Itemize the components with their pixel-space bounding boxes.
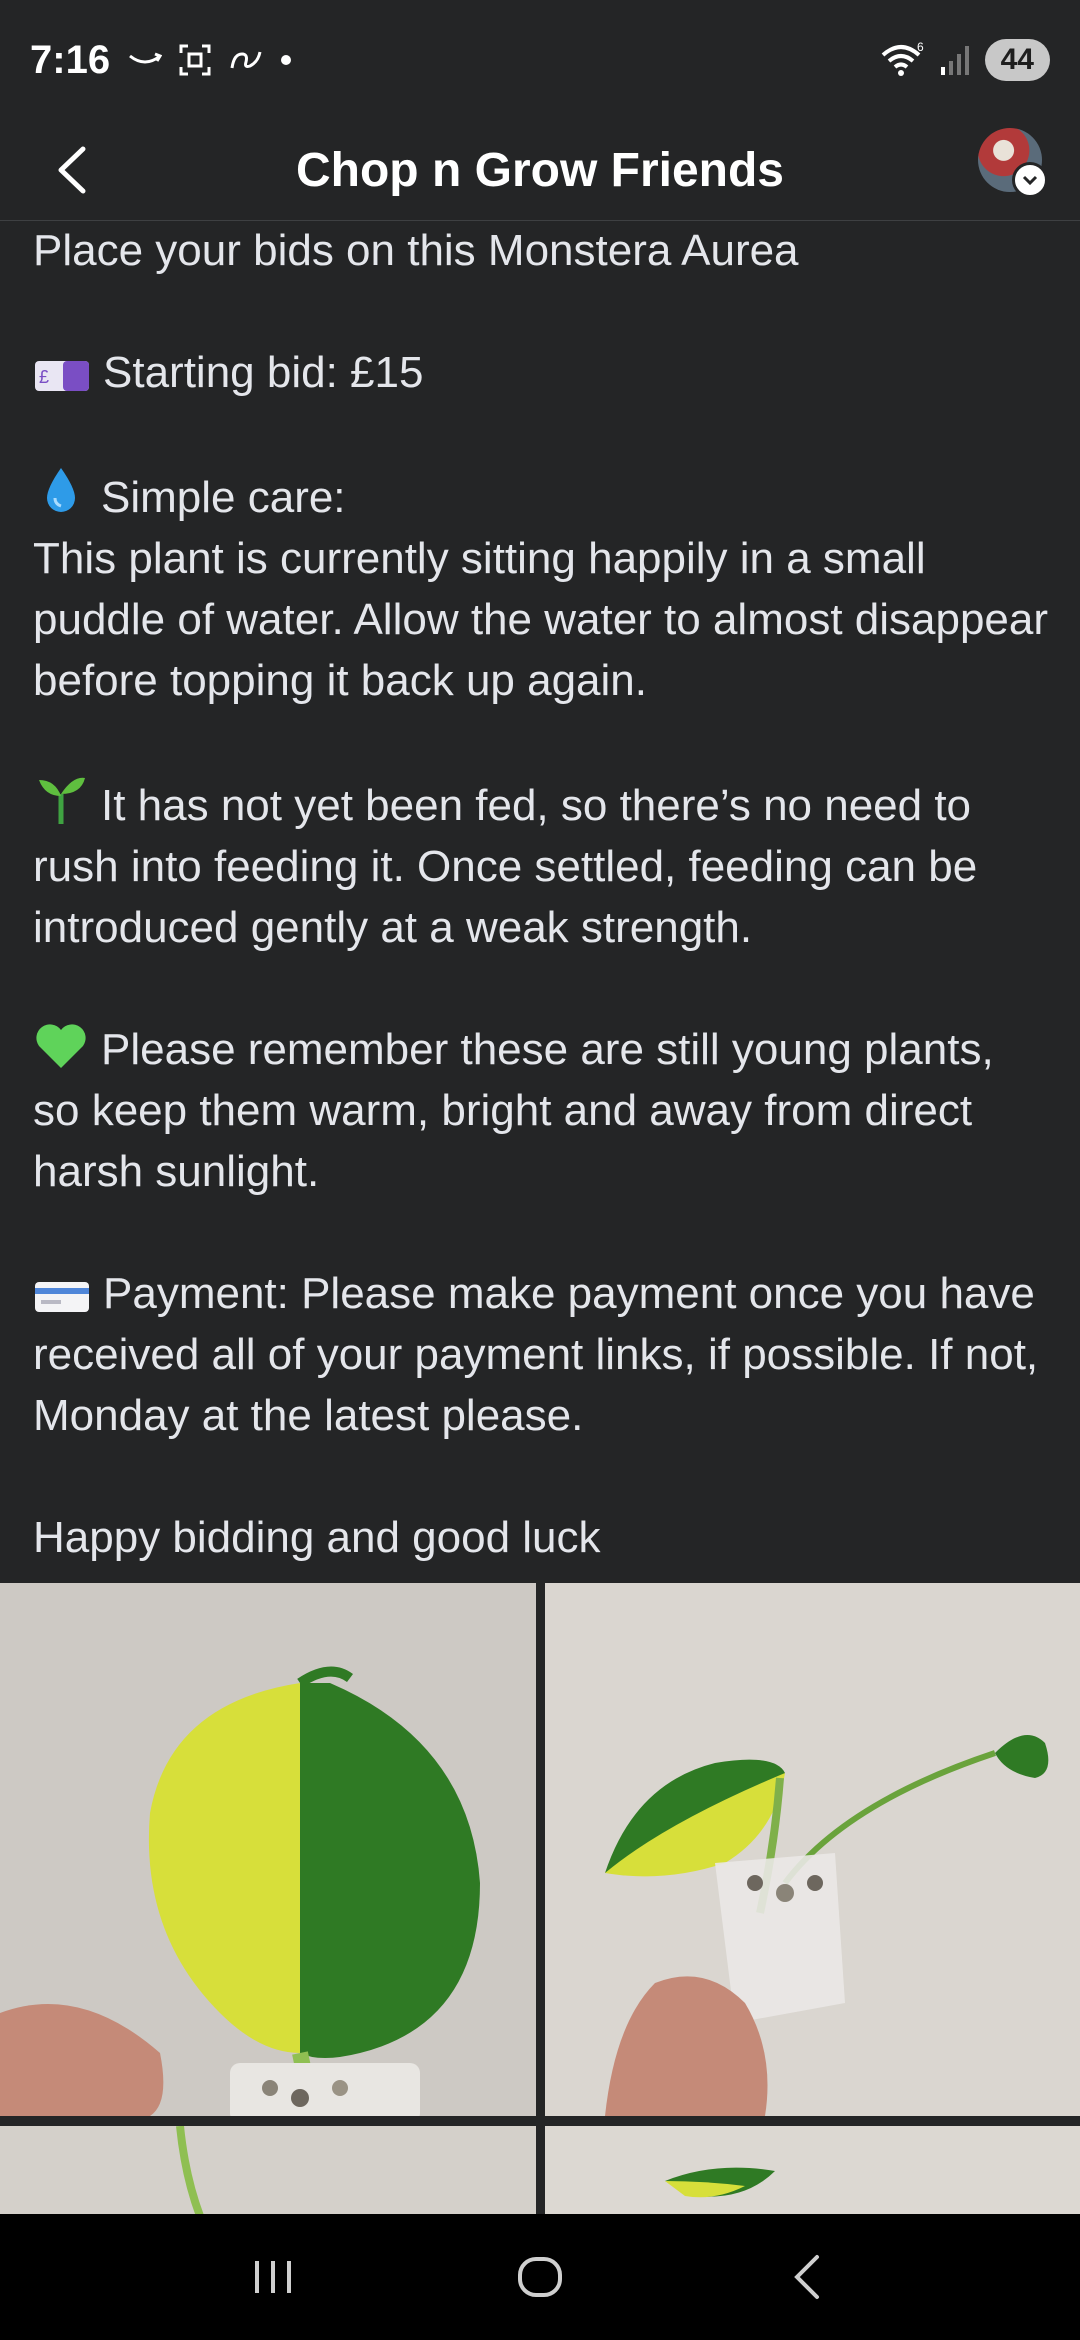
recent-apps-button[interactable]	[233, 2237, 313, 2317]
recent-apps-icon	[255, 2261, 292, 2293]
starting-bid-line: £ Starting bid: £15	[33, 342, 1050, 403]
credit-card-icon	[35, 1282, 89, 1312]
post-intro: Place your bids on this Monstera Aurea	[33, 226, 799, 275]
back-arrow-icon	[793, 2255, 819, 2299]
chevron-down-icon	[1012, 162, 1048, 198]
feeding-text: It has not yet been fed, so there’s no n…	[33, 781, 978, 952]
starting-bid-text: Starting bid: £15	[103, 348, 424, 397]
amazon-smile-icon	[129, 52, 163, 64]
pound-banknote-icon: £	[35, 361, 89, 391]
screenshot-icon	[179, 44, 211, 76]
sign-off: Happy bidding and good luck	[33, 1513, 601, 1562]
status-notification-icons	[128, 43, 292, 77]
status-bar: 7:16 6 44	[0, 0, 1080, 120]
plant-photo-3[interactable]	[0, 2126, 536, 2216]
page-title: Chop n Grow Friends	[296, 143, 784, 197]
green-heart-icon	[36, 1024, 86, 1068]
feeding-line: It has not yet been fed, so there’s no n…	[33, 772, 1050, 958]
payment-text: Payment: Please make payment once you ha…	[33, 1269, 1039, 1440]
wifi-icon: 6	[881, 41, 924, 76]
young-plants-text: Please remember these are still young pl…	[33, 1025, 994, 1196]
svg-text:£: £	[39, 367, 49, 387]
home-button[interactable]	[500, 2237, 580, 2317]
home-icon	[517, 2257, 562, 2297]
water-droplet-icon	[47, 468, 75, 512]
avatar[interactable]	[978, 128, 1048, 198]
system-nav-bar	[0, 2214, 1080, 2340]
care-heading-line: Simple care:	[33, 464, 1050, 528]
svg-text:6: 6	[917, 41, 924, 54]
status-time: 7:16	[30, 37, 111, 82]
link-icon	[230, 51, 262, 69]
photo-grid	[0, 1583, 1080, 2216]
post-text: Place your bids on this Monstera Aurea £…	[33, 220, 1050, 1568]
seedling-icon	[39, 777, 85, 824]
plant-photo-2[interactable]	[545, 1583, 1080, 2116]
plant-photo-4[interactable]	[545, 2126, 1080, 2216]
status-right: 6 44	[879, 39, 1050, 81]
dot-icon	[281, 55, 292, 65]
signal-icon	[940, 46, 969, 75]
care-text: This plant is currently sitting happily …	[33, 534, 1049, 705]
screen: 7:16 6 44 Chop n Grow Friends Place your…	[0, 0, 1080, 2340]
nav-back-button[interactable]	[767, 2237, 847, 2317]
plant-photo-1[interactable]	[0, 1583, 536, 2116]
chat-header: Chop n Grow Friends	[0, 120, 1080, 221]
battery-indicator: 44	[984, 39, 1050, 81]
payment-line: Payment: Please make payment once you ha…	[33, 1263, 1050, 1446]
care-heading: Simple care:	[101, 473, 346, 522]
young-plants-line: Please remember these are still young pl…	[33, 1019, 1050, 1202]
